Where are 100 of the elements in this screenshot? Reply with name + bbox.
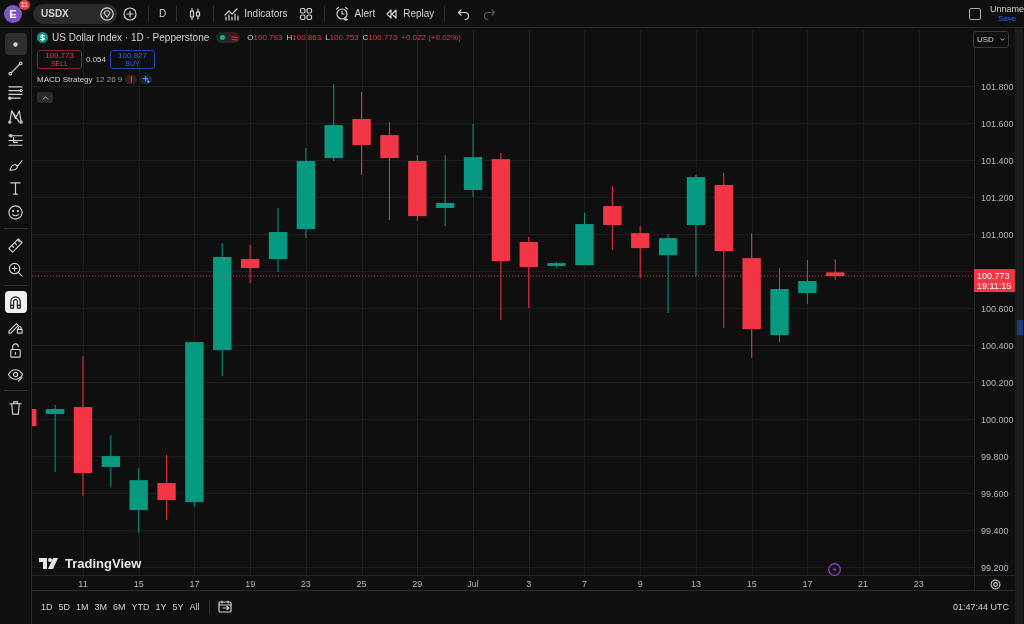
caret-icon xyxy=(1000,38,1005,41)
redo-icon xyxy=(482,7,496,20)
price-axis-label: 100.400 xyxy=(981,340,1014,351)
trash-icon xyxy=(7,398,24,416)
tradingview-logo-icon xyxy=(39,558,61,569)
ohlc-value: L100.753 xyxy=(325,33,359,42)
indicators-button[interactable]: Indicators xyxy=(224,2,288,25)
undo-icon xyxy=(456,7,470,20)
date-axis-label: 13 xyxy=(690,579,701,589)
error-badge[interactable] xyxy=(125,75,138,84)
cursor-dot-button[interactable] xyxy=(4,33,27,55)
price-axis-label: 101.600 xyxy=(981,118,1014,129)
grid-icon xyxy=(298,6,313,21)
date-axis-label: 15 xyxy=(746,579,757,589)
date-axis-label: 17 xyxy=(189,579,200,589)
magnet-button[interactable] xyxy=(4,291,27,313)
ohlc-value: C100.773 xyxy=(362,33,398,42)
price-axis-label: 99.600 xyxy=(981,488,1009,499)
lines-l-icon xyxy=(7,131,24,149)
replay-button[interactable]: Replay xyxy=(385,2,435,25)
panel-indicator xyxy=(1017,320,1023,335)
spread-value: 0.054 xyxy=(86,55,107,64)
exclamation-icon xyxy=(129,76,133,83)
date-axis-label: 11 xyxy=(78,579,88,589)
timeframe-button[interactable]: 5D xyxy=(55,596,74,617)
calendar-icon xyxy=(217,600,232,613)
date-axis-label: 17 xyxy=(802,579,813,589)
price-axis-label: 101.000 xyxy=(981,229,1014,240)
currency-dropdown[interactable]: USD xyxy=(973,31,1009,48)
dollar-coin-icon xyxy=(37,32,48,43)
price-change: +0.022 (+0.02%) xyxy=(401,33,461,42)
date-axis-label: 9 xyxy=(637,579,643,589)
candlestick xyxy=(631,225,650,279)
price-axis-label: 100.600 xyxy=(981,303,1014,314)
candlestick xyxy=(268,207,288,273)
brand-name: TradingView xyxy=(65,556,142,571)
timeframe-button[interactable]: 5Y xyxy=(169,596,187,617)
magnet-icon xyxy=(7,293,24,311)
candlestick xyxy=(157,454,176,521)
timeframe-button[interactable]: 1Y xyxy=(152,596,170,617)
candles-icon xyxy=(188,6,203,21)
timeframe-button[interactable]: 1D xyxy=(38,596,56,617)
date-range-button[interactable] xyxy=(217,600,232,613)
symbol-search[interactable]: USDX xyxy=(33,3,117,24)
price-axis-label: 99.200 xyxy=(981,562,1009,573)
date-axis-label: 23 xyxy=(913,579,924,589)
candlestick xyxy=(45,404,65,473)
price-tag: 100.773 19:11:15 xyxy=(974,269,1015,293)
alarm-clock-icon xyxy=(334,6,350,21)
save-link[interactable]: Save xyxy=(997,14,1017,23)
price-axis-label: 101.200 xyxy=(981,192,1014,203)
pattern-icon xyxy=(7,107,24,125)
symbol-text: USDX xyxy=(41,8,69,19)
price-axis-label: 100.000 xyxy=(981,414,1014,425)
candlestick xyxy=(798,259,817,305)
lock-icon xyxy=(7,341,24,359)
cursor-dot-icon xyxy=(13,41,18,47)
candlestick xyxy=(826,258,845,281)
smiley-icon xyxy=(7,203,24,221)
timeframe-button[interactable]: 3M xyxy=(91,596,111,617)
candlestick xyxy=(575,212,594,266)
date-axis-label: 7 xyxy=(582,579,587,589)
parallel-lines-icon xyxy=(7,83,24,101)
price-axis-label: 99.400 xyxy=(981,525,1009,536)
chevron-up-icon xyxy=(41,95,49,100)
timeframe-button[interactable]: 1M xyxy=(73,596,92,617)
price-axis-label: 101.800 xyxy=(981,81,1014,92)
date-axis-label: 3 xyxy=(526,579,532,589)
ohlc-value: H100.863 xyxy=(286,33,322,42)
symbol-title: US Dollar Index · 1D · Pepperstone xyxy=(52,32,210,43)
date-axis-label: 25 xyxy=(356,579,367,589)
indicator-name[interactable]: MACD Strategy xyxy=(37,75,93,84)
date-axis-label: 19 xyxy=(245,579,256,589)
candlestick xyxy=(32,409,37,427)
timeframe-button[interactable]: 6M xyxy=(110,596,129,617)
clock-time: 01:47:44 UTC xyxy=(952,601,1009,612)
avatar-button[interactable]: E xyxy=(4,4,22,23)
date-axis-label: 21 xyxy=(858,579,869,589)
candlestick xyxy=(603,185,622,251)
dot-icon xyxy=(219,35,225,40)
line-chart-icon xyxy=(224,6,240,21)
settings-icon xyxy=(990,579,1001,590)
date-axis-label: Jul xyxy=(467,579,479,589)
collapse-legend-button[interactable] xyxy=(37,92,53,103)
fullscreen-button[interactable] xyxy=(969,7,981,20)
timeframe-button[interactable]: All xyxy=(186,596,203,617)
candlestick xyxy=(129,467,148,534)
gem-icon xyxy=(100,6,114,21)
lightning-circle-icon xyxy=(828,563,841,576)
candlestick xyxy=(408,154,427,222)
price-axis-label: 101.400 xyxy=(981,155,1014,166)
candlestick xyxy=(101,434,121,488)
timeframe-button[interactable]: YTD xyxy=(128,596,153,617)
layout-name[interactable]: Unname xyxy=(990,4,1024,14)
price-axis-label: 100.200 xyxy=(981,377,1014,388)
date-axis-label: 23 xyxy=(300,579,311,589)
interval-button[interactable]: D xyxy=(159,2,167,25)
alert-button[interactable]: Alert xyxy=(334,2,376,25)
assistant-badge[interactable] xyxy=(140,75,153,84)
date-axis-label: 15 xyxy=(133,579,144,589)
